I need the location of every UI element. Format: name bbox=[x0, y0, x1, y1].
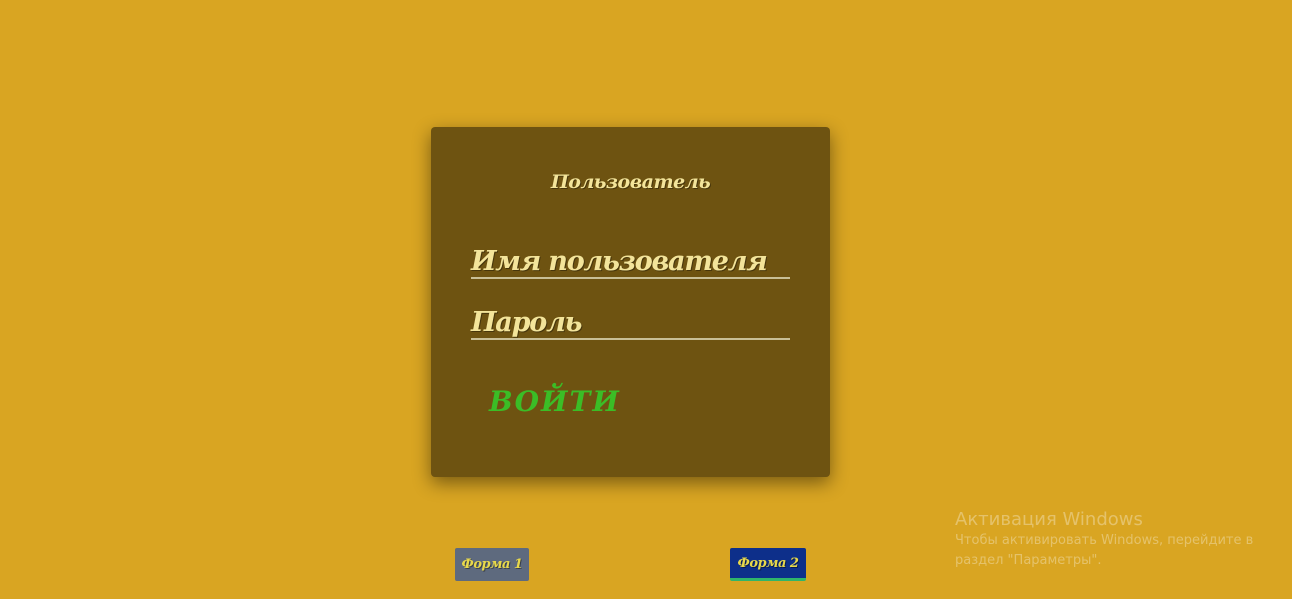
login-card-title: Пользователь bbox=[550, 171, 711, 193]
password-input[interactable] bbox=[471, 298, 790, 338]
login-card: Пользователь Имя пользователя Пароль ВОЙ… bbox=[431, 127, 830, 477]
windows-activation-watermark: Активация Windows Чтобы активировать Win… bbox=[955, 509, 1265, 571]
watermark-text: Чтобы активировать Windows, перейдите в … bbox=[955, 533, 1254, 568]
username-field[interactable]: Имя пользователя bbox=[471, 237, 790, 279]
form-1-tab[interactable]: Форма 1 bbox=[455, 548, 529, 581]
form-2-tab[interactable]: Форма 2 bbox=[730, 548, 806, 581]
username-input[interactable] bbox=[471, 237, 790, 277]
password-field[interactable]: Пароль bbox=[471, 298, 790, 340]
login-button[interactable]: ВОЙТИ bbox=[489, 385, 621, 418]
watermark-title: Активация Windows bbox=[955, 509, 1143, 530]
